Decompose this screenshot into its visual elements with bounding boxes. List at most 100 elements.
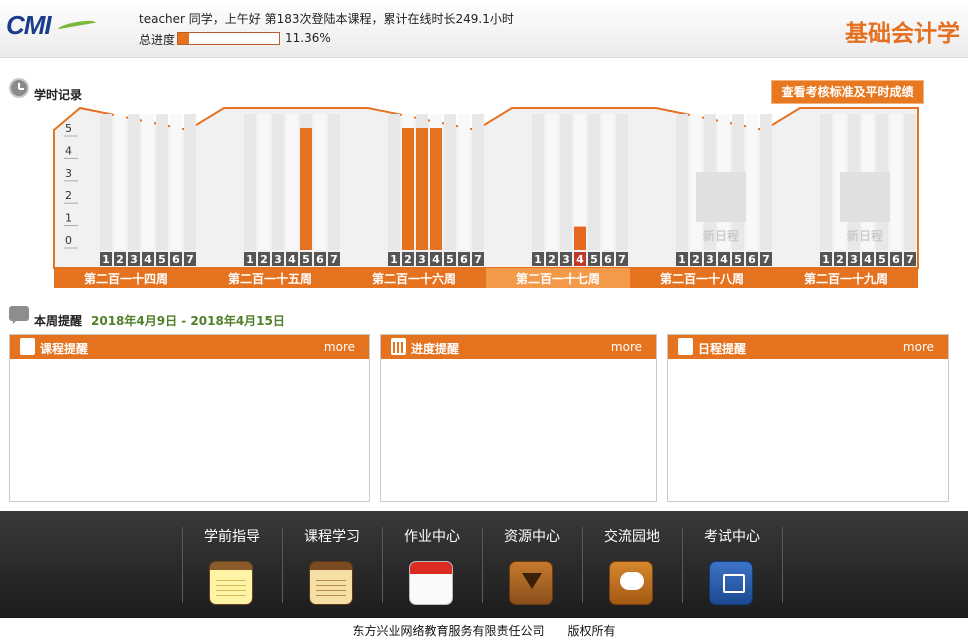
panel-title: 课程提醒 (40, 342, 89, 356)
day-number-label: 1 (678, 253, 686, 266)
week-label: 第二百一十五周 (228, 271, 312, 286)
day-column (184, 114, 196, 250)
day-number-label: 4 (288, 253, 296, 266)
day-column (314, 114, 326, 250)
notepad-icon (209, 561, 253, 605)
day-column (532, 114, 544, 250)
y-tick-label: 3 (65, 167, 72, 180)
day-number-label: 1 (102, 253, 110, 266)
y-tick-label: 5 (65, 122, 72, 135)
week-label: 第二百一十九周 (804, 271, 888, 286)
nav-item-course-study[interactable]: 课程学习 (282, 525, 382, 605)
progress-more-link[interactable]: more (611, 340, 642, 354)
progress-bar (177, 32, 280, 45)
day-number-label: 7 (474, 253, 482, 266)
day-column (100, 114, 112, 250)
course-more-link[interactable]: more (324, 340, 355, 354)
footer: 东方兴业网络教育服务有限责任公司 版权所有 (0, 622, 968, 639)
nav-separator (782, 527, 783, 603)
day-column (114, 114, 126, 250)
schedule-placeholder-icon (840, 172, 890, 222)
day-column (560, 114, 572, 250)
nav-label: 考试中心 (704, 529, 760, 545)
day-number-label: 7 (330, 253, 338, 266)
nav-item-pre-study[interactable]: 学前指导 (182, 525, 282, 605)
day-column (244, 114, 256, 250)
day-column (546, 114, 558, 250)
day-column (616, 114, 628, 250)
schedule-placeholder-icon (696, 172, 746, 222)
day-number-label: 3 (418, 253, 426, 266)
day-column (170, 114, 182, 250)
day-number-label: 5 (734, 253, 742, 266)
calendar-icon (409, 561, 453, 605)
chart-frame (53, 106, 919, 269)
nav-label: 资源中心 (504, 529, 560, 545)
y-tick-label: 0 (65, 234, 72, 247)
day-column (444, 114, 456, 250)
study-bar (416, 128, 428, 250)
day-number-label: 5 (878, 253, 886, 266)
day-number-label: 5 (446, 253, 454, 266)
footer-company: 东方兴业网络教育服务有限责任公司 (352, 624, 545, 638)
day-number-label: 2 (692, 253, 700, 266)
day-column (760, 114, 772, 250)
day-column (258, 114, 270, 250)
progress-reminder-panel: 进度提醒 more (380, 334, 657, 502)
nav-item-resources[interactable]: 资源中心 (482, 525, 582, 605)
book-icon (309, 561, 353, 605)
day-column (128, 114, 140, 250)
download-icon (509, 561, 553, 605)
document-icon (20, 338, 35, 355)
day-column (472, 114, 484, 250)
day-column (904, 114, 916, 250)
greeting-text: teacher 同学，上午好 第183次登陆本课程，累计在线时长249.1小时 (139, 12, 514, 26)
study-hours-chart: 0123451 2 3 4 5 6 7第二百一十四周1 2 3 4 5 6 7第二百一十五周1 2 3 4 5 6… (53, 106, 919, 288)
bottom-nav: 学前指导 课程学习 作业中心 资源中心 交流园地 考试中心 (0, 511, 968, 618)
day-number-label: 4 (576, 253, 584, 266)
progress-fill (178, 33, 190, 44)
progress-label: 总进度 (139, 33, 176, 47)
day-column (602, 114, 614, 250)
day-number-label: 1 (822, 253, 830, 266)
study-bar (574, 226, 586, 250)
day-number-label: 6 (316, 253, 324, 266)
footer-rights: 版权所有 (567, 624, 616, 638)
schedule-reminder-panel: 日程提醒 more (667, 334, 949, 502)
study-bar (430, 128, 442, 250)
nav-label: 课程学习 (304, 529, 360, 545)
y-tick-label: 1 (65, 212, 72, 225)
nav-item-homework[interactable]: 作业中心 (382, 525, 482, 605)
day-number-label: 2 (404, 253, 412, 266)
study-bar (300, 128, 312, 250)
day-number-label: 1 (390, 253, 398, 266)
day-column (588, 114, 600, 250)
day-number-label: 6 (604, 253, 612, 266)
panel-header: 日程提醒 more (668, 335, 948, 359)
day-number-label: 1 (246, 253, 254, 266)
nav-item-forum[interactable]: 交流园地 (582, 525, 682, 605)
schedule-more-link[interactable]: more (903, 340, 934, 354)
progress-percent: 11.36% (285, 31, 331, 45)
day-number-label: 3 (274, 253, 282, 266)
nav-item-exam[interactable]: 考试中心 (682, 525, 782, 605)
panel-header: 课程提醒 more (10, 335, 369, 359)
logo: CMI (6, 10, 97, 42)
nav-label: 作业中心 (404, 529, 460, 545)
logo-swoosh-icon (57, 18, 97, 34)
day-column (820, 114, 832, 250)
day-column (458, 114, 470, 250)
day-column (890, 114, 902, 250)
day-number-label: 6 (460, 253, 468, 266)
y-tick-label: 2 (65, 189, 72, 202)
y-tick-label: 4 (65, 144, 72, 157)
course-title: 基础会计学 (845, 21, 960, 47)
day-number-label: 2 (116, 253, 124, 266)
calendar-grid-icon (391, 338, 406, 355)
day-number-label: 6 (172, 253, 180, 266)
week-label: 第二百一十八周 (660, 271, 744, 286)
empty-schedule-label: 新日程 (847, 228, 883, 243)
day-number-label: 4 (864, 253, 872, 266)
logo-text: CMI (6, 10, 52, 40)
day-number-label: 5 (158, 253, 166, 266)
